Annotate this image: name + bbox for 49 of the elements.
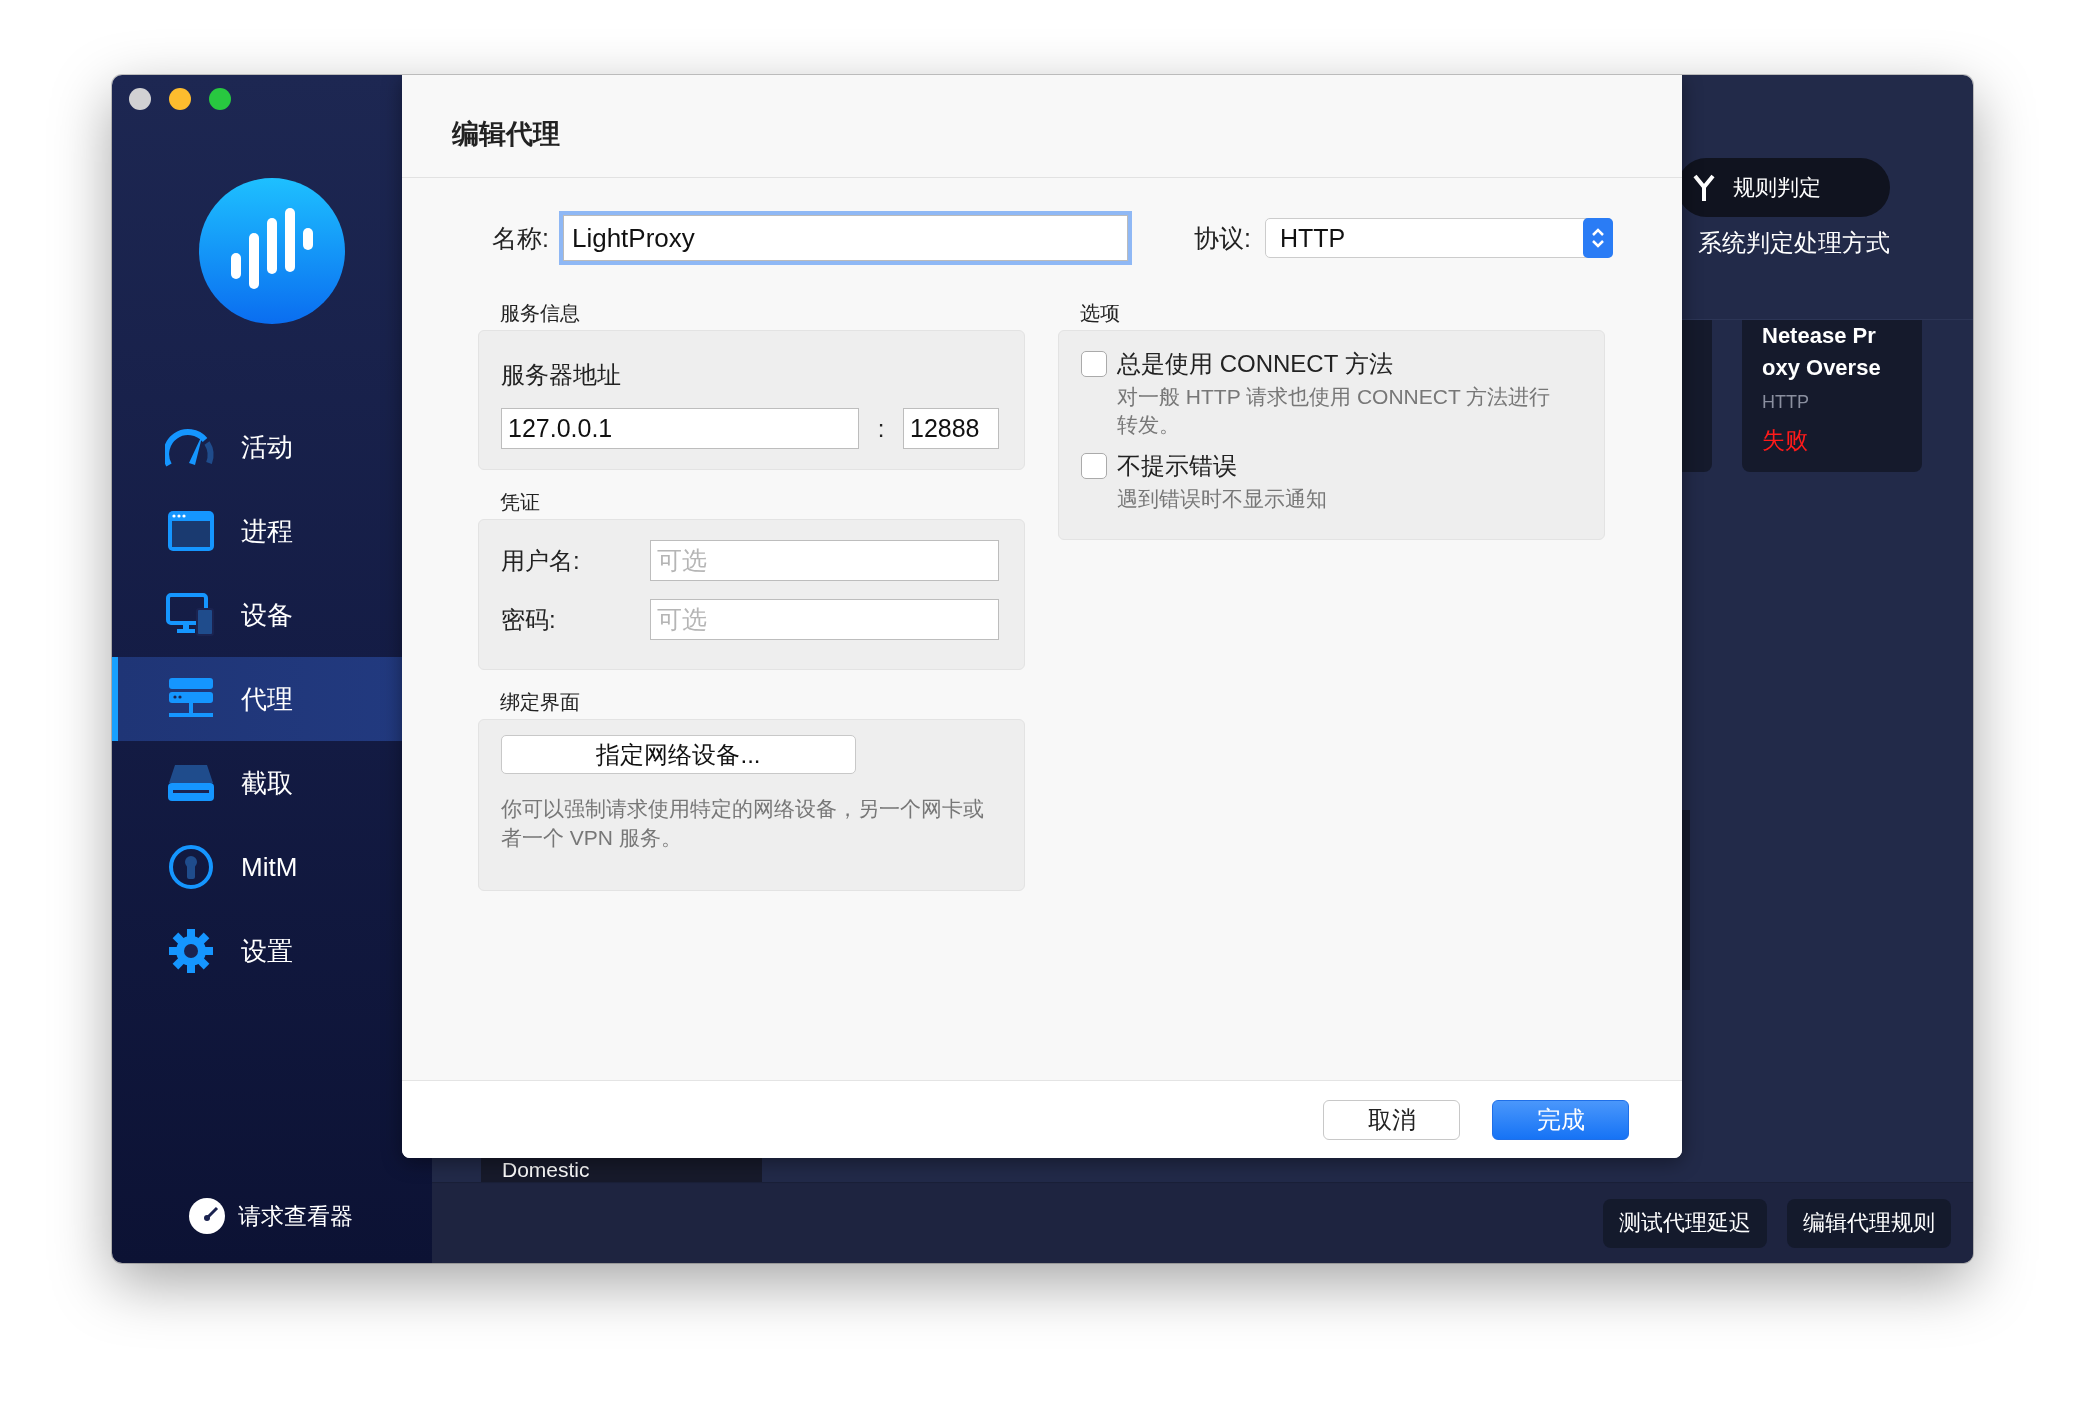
- sidebar-item[interactable]: 设备: [112, 573, 432, 657]
- field-label: 用户名:: [501, 545, 581, 576]
- request-viewer-link[interactable]: 请求查看器: [238, 1200, 353, 1232]
- port-field[interactable]: 12888: [903, 408, 999, 449]
- dialog-title: 编辑代理: [452, 118, 560, 151]
- protocol-select[interactable]: HTTP: [1264, 218, 1613, 258]
- window-button[interactable]: [129, 88, 151, 110]
- proxy-name: Netease Proxy Overse: [1762, 322, 1882, 382]
- sidebar-item[interactable]: 设置: [112, 909, 432, 993]
- cancel-button[interactable]: 取消: [1323, 1100, 1460, 1140]
- window-button[interactable]: [169, 88, 191, 110]
- field-label: 名称:: [492, 222, 549, 254]
- toolbar-button[interactable]: 测试代理延迟: [1603, 1198, 1767, 1248]
- option-label: 不提示错误: [1117, 453, 1238, 479]
- proxy-card[interactable]: Netease Proxy Overse HTTP 失败: [1742, 320, 1922, 472]
- sidebar-item[interactable]: 活动: [112, 405, 432, 489]
- field-label: 协议:: [1193, 222, 1251, 254]
- monitor-icon: [165, 591, 217, 639]
- checkbox[interactable]: [1081, 453, 1107, 479]
- done-button[interactable]: 完成: [1492, 1100, 1629, 1140]
- sidebar-item[interactable]: MitM: [112, 825, 432, 909]
- section-title: 凭证: [499, 490, 541, 515]
- input-field[interactable]: 可选: [650, 540, 999, 581]
- host-field[interactable]: 127.0.0.1: [501, 408, 859, 449]
- option-description: 遇到错误时不显示通知: [1117, 486, 1328, 512]
- field-label: 密码:: [501, 604, 557, 635]
- sidebar-item[interactable]: 进程: [112, 489, 432, 573]
- proxy-protocol: HTTP: [1762, 392, 1810, 413]
- gauge-icon: [188, 1197, 226, 1235]
- option-label: 总是使用 CONNECT 方法: [1117, 351, 1394, 377]
- sidebar-item[interactable]: 截取: [112, 741, 432, 825]
- section-title: 选项: [1079, 301, 1121, 326]
- chevron-updown-icon: [1590, 226, 1605, 250]
- input-field[interactable]: 可选: [650, 599, 999, 640]
- section-title: 绑定界面: [499, 690, 581, 715]
- checkbox[interactable]: [1081, 351, 1107, 377]
- table-cell: Domestic: [481, 1158, 762, 1182]
- help-text: 你可以强制请求使用特定的网络设备，另一个网卡或者一个 VPN 服务。: [501, 796, 985, 851]
- branch-icon: [1691, 172, 1717, 203]
- choose-device-button[interactable]: 指定网络设备...: [501, 735, 856, 774]
- section-title: 服务信息: [499, 301, 581, 326]
- proxy-status: 失败: [1762, 426, 1809, 455]
- window-button[interactable]: [209, 88, 231, 110]
- field-label: 服务器地址: [501, 360, 622, 390]
- rule-caption: 系统判定处理方式: [1698, 228, 1890, 258]
- toolbar-button[interactable]: 编辑代理规则: [1787, 1198, 1951, 1248]
- option-description: 对一般 HTTP 请求也使用 CONNECT 方法进行转发。: [1117, 384, 1552, 438]
- separator-label: :: [876, 414, 886, 443]
- name-field[interactable]: LightProxy: [562, 215, 1128, 261]
